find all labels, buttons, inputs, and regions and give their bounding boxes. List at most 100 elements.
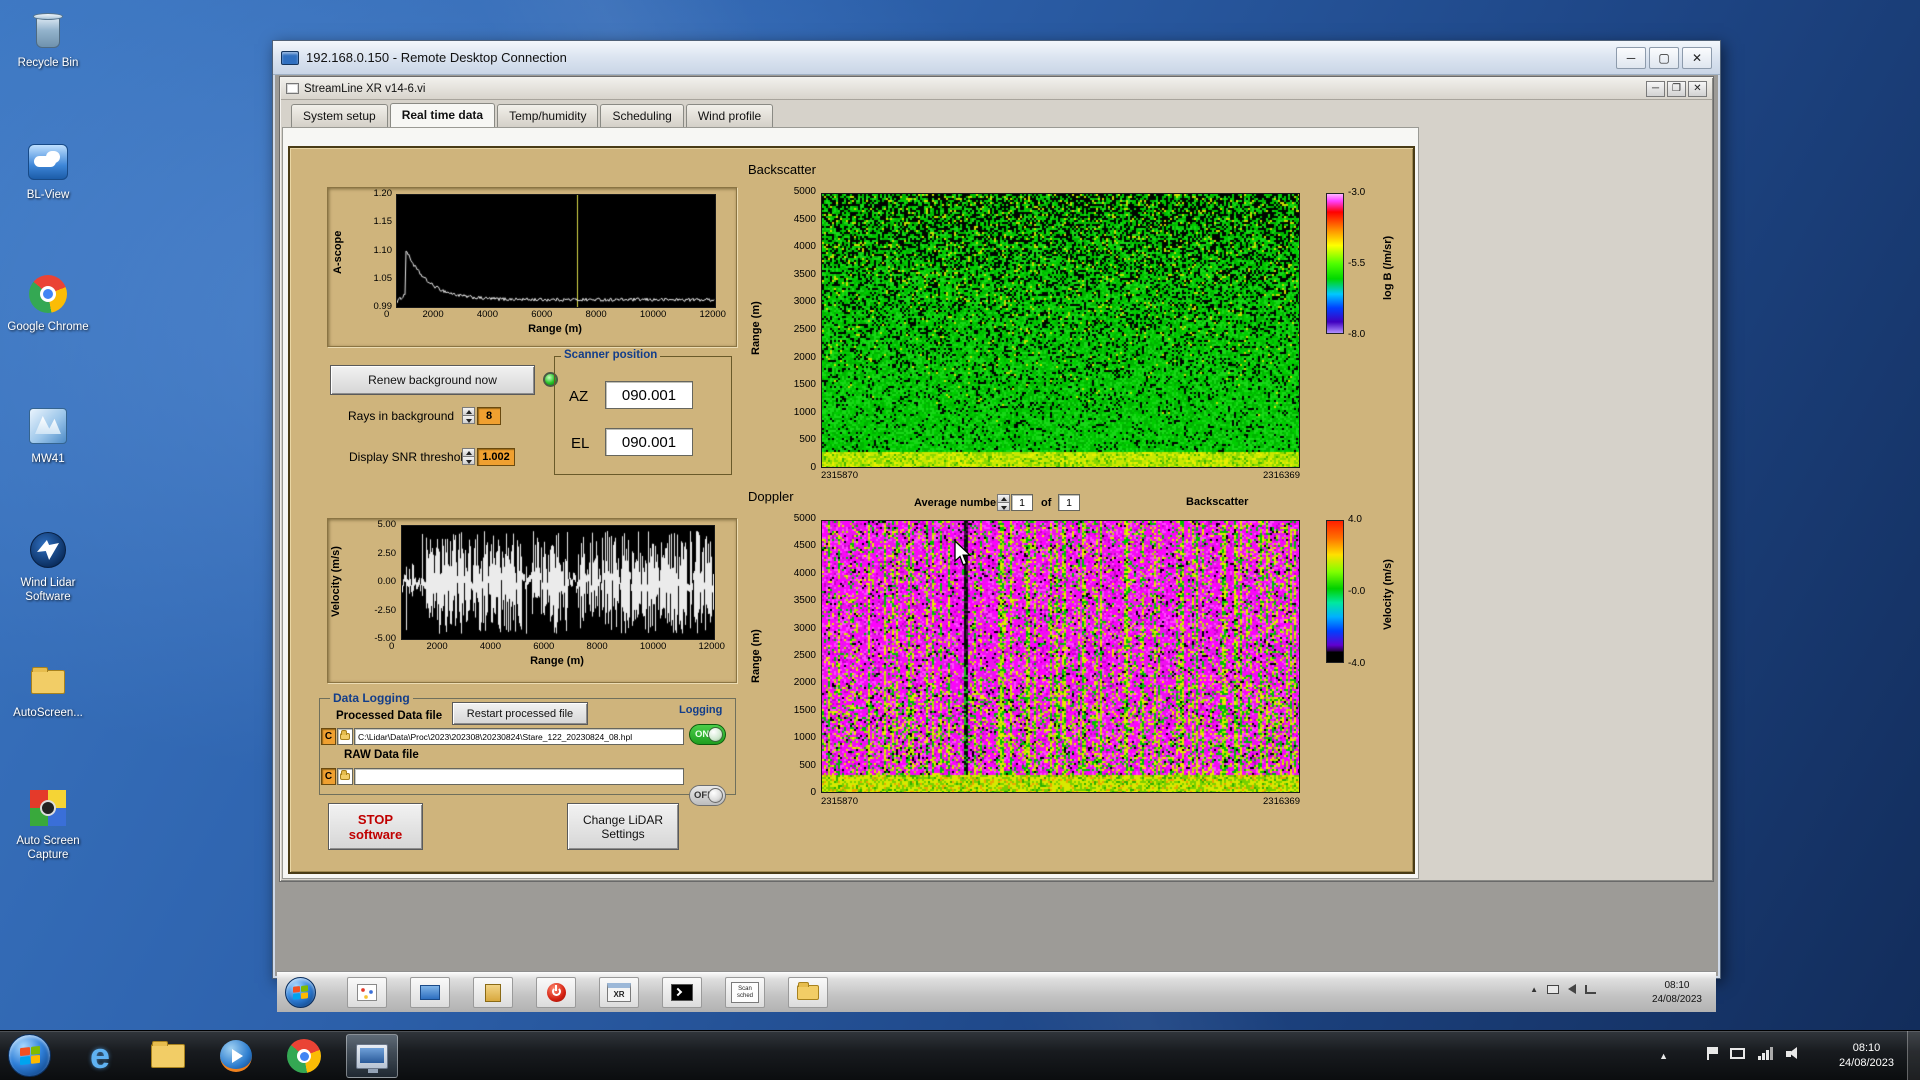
tick-label: -4.0 (1348, 658, 1366, 669)
taskbar-explorer-button[interactable] (142, 1034, 194, 1078)
clock[interactable]: 08:10 24/08/2023 (1839, 1041, 1894, 1071)
tab-wind-profile[interactable]: Wind profile (685, 104, 774, 127)
processed-drive-selector[interactable]: C (321, 728, 336, 745)
raw-path-field[interactable] (354, 768, 684, 785)
remote-clock[interactable]: 08:10 24/08/2023 (1652, 979, 1702, 1006)
start-button[interactable] (8, 1034, 51, 1077)
tick-label: 0 (384, 309, 390, 320)
doppler-colorbar-label: Velocity (m/s) (1382, 559, 1394, 631)
volume-icon[interactable] (1786, 1047, 1802, 1060)
renew-background-button[interactable]: Renew background now (330, 365, 535, 395)
remote-start-button[interactable] (285, 977, 316, 1008)
doppler-y-axis-label: Range (m) (750, 629, 762, 683)
el-value-field[interactable]: 090.001 (605, 428, 693, 456)
data-logging-title: Data Logging (330, 691, 413, 705)
change-button-line1: Change LiDAR (582, 812, 664, 827)
remote-taskbar-paint-button[interactable] (347, 977, 387, 1008)
remote-taskbar-yellow-app-button[interactable] (473, 977, 513, 1008)
rays-value-field[interactable]: 8 (477, 407, 501, 425)
tick-label: 1.10 (373, 244, 393, 256)
rays-spinner[interactable] (462, 407, 475, 425)
taskbar-rdp-button[interactable] (346, 1034, 398, 1078)
show-desktop-button[interactable] (1907, 1031, 1920, 1080)
app-minimize-button[interactable]: ─ (1646, 80, 1665, 97)
change-lidar-settings-button[interactable]: Change LiDAR Settings (567, 803, 679, 850)
desktop-icon-google-chrome[interactable]: Google Chrome (0, 272, 96, 334)
snr-value-field[interactable]: 1.002 (477, 448, 515, 466)
stop-button-line2: software (348, 826, 403, 842)
rdp-titlebar[interactable]: 192.168.0.150 - Remote Desktop Connectio… (273, 41, 1720, 75)
velocity-plot-frame: Velocity (m/s) 5.00 2.50 0.00 -2.50 -5.00 02… (327, 518, 737, 683)
taskbar-ie-button[interactable]: e (74, 1034, 126, 1078)
desktop-icon-auto-screen-capture[interactable]: Auto Screen Capture (0, 786, 96, 863)
average-number-field[interactable]: 1 (1011, 494, 1033, 511)
desktop-icon-recycle-bin[interactable]: Recycle Bin (0, 8, 96, 70)
desktop-icon-autoscreen[interactable]: AutoScreen... (0, 658, 96, 720)
tab-scheduling[interactable]: Scheduling (600, 104, 684, 127)
raw-data-file-label: RAW Data file (344, 749, 419, 761)
processed-logging-toggle[interactable]: ON (689, 724, 726, 745)
processed-browse-button[interactable] (337, 728, 353, 745)
snr-spinner[interactable] (462, 448, 475, 466)
restart-processed-file-button[interactable]: Restart processed file (452, 702, 588, 725)
clock-time: 08:10 (1852, 1042, 1881, 1054)
stop-button-line1: STOP (357, 811, 394, 827)
remote-hidden-icons-chevron[interactable]: ▲ (1530, 985, 1538, 994)
tab-bar: System setup Real time data Temp/humidit… (281, 101, 1712, 128)
remote-taskbar-blview-button[interactable] (410, 977, 450, 1008)
display-icon[interactable] (1730, 1048, 1745, 1059)
maximize-button[interactable]: ▢ (1649, 46, 1679, 69)
network-icon[interactable] (1758, 1047, 1773, 1060)
velocity-plot-area[interactable] (401, 525, 715, 640)
remote-taskbar-xr-window-button[interactable]: XR (599, 977, 639, 1008)
tab-real-time-data[interactable]: Real time data (389, 103, 496, 128)
remote-tray-icons: ▲ (1530, 984, 1596, 994)
stop-software-button[interactable]: STOP software (328, 803, 423, 850)
desktop-icon-bl-view[interactable]: BL-View (0, 140, 96, 202)
raw-logging-toggle[interactable]: OFF (689, 785, 726, 806)
mw41-icon (26, 404, 70, 448)
app-restore-button[interactable]: ❐ (1667, 80, 1686, 97)
desktop-icon-wind-lidar[interactable]: Wind Lidar Software (0, 528, 96, 605)
tab-temp-humidity[interactable]: Temp/humidity (497, 104, 599, 127)
remote-volume-icon[interactable] (1568, 984, 1576, 994)
average-total-field[interactable]: 1 (1058, 494, 1080, 511)
taskbar-chrome-button[interactable] (278, 1034, 330, 1078)
app-titlebar[interactable]: StreamLine XR v14-6.vi ─ ❐ ✕ (281, 78, 1712, 100)
remote-network-icon[interactable] (1585, 984, 1596, 994)
taskbar-wmp-button[interactable] (210, 1034, 262, 1078)
tick-label: 1000 (793, 732, 816, 744)
remote-display-icon[interactable] (1547, 984, 1559, 994)
hidden-icons-chevron[interactable]: ▲ (1659, 1051, 1668, 1061)
remote-taskbar-scan-sched-button[interactable]: Scan sched (725, 977, 765, 1008)
windows-flag-icon (19, 1045, 40, 1066)
doppler-x-ticks: 2315870 2316369 (821, 796, 1300, 807)
backscatter-plot-area[interactable] (821, 193, 1300, 468)
doppler-plot-area[interactable] (821, 520, 1300, 793)
tick-label: 0 (810, 786, 816, 798)
remote-taskbar-folder-button[interactable] (788, 977, 828, 1008)
remote-taskbar-power-button[interactable] (536, 977, 576, 1008)
desktop-icon-mw41[interactable]: MW41 (0, 404, 96, 466)
remote-taskbar-console-button[interactable] (662, 977, 702, 1008)
browse-folder-icon (340, 770, 350, 780)
average-number-spinner[interactable] (997, 494, 1010, 512)
app-close-button[interactable]: ✕ (1688, 80, 1707, 97)
minimize-button[interactable]: ─ (1616, 46, 1646, 69)
scanner-position-group: Scanner position AZ 090.001 EL 090.001 (554, 349, 732, 475)
tick-label: 2500 (793, 649, 816, 661)
action-center-flag-icon[interactable] (1707, 1047, 1718, 1060)
desktop-icon-label: Auto Screen Capture (16, 835, 80, 862)
backscatter-x-ticks: 2315870 2316369 (821, 470, 1300, 481)
tick-label: -8.0 (1348, 329, 1366, 340)
ascope-y-axis-label: A-scope (332, 230, 344, 274)
close-button[interactable]: ✕ (1682, 46, 1712, 69)
tab-system-setup[interactable]: System setup (291, 104, 388, 127)
rays-in-background-label: Rays in background (348, 409, 455, 423)
processed-path-field[interactable]: C:\Lidar\Data\Proc\2023\202308\20230824\… (354, 728, 684, 745)
az-value-field[interactable]: 090.001 (605, 381, 693, 409)
raw-browse-button[interactable] (337, 768, 353, 785)
raw-drive-selector[interactable]: C (321, 768, 336, 785)
ascope-plot-area[interactable] (396, 194, 716, 308)
paint-icon (357, 984, 377, 1001)
